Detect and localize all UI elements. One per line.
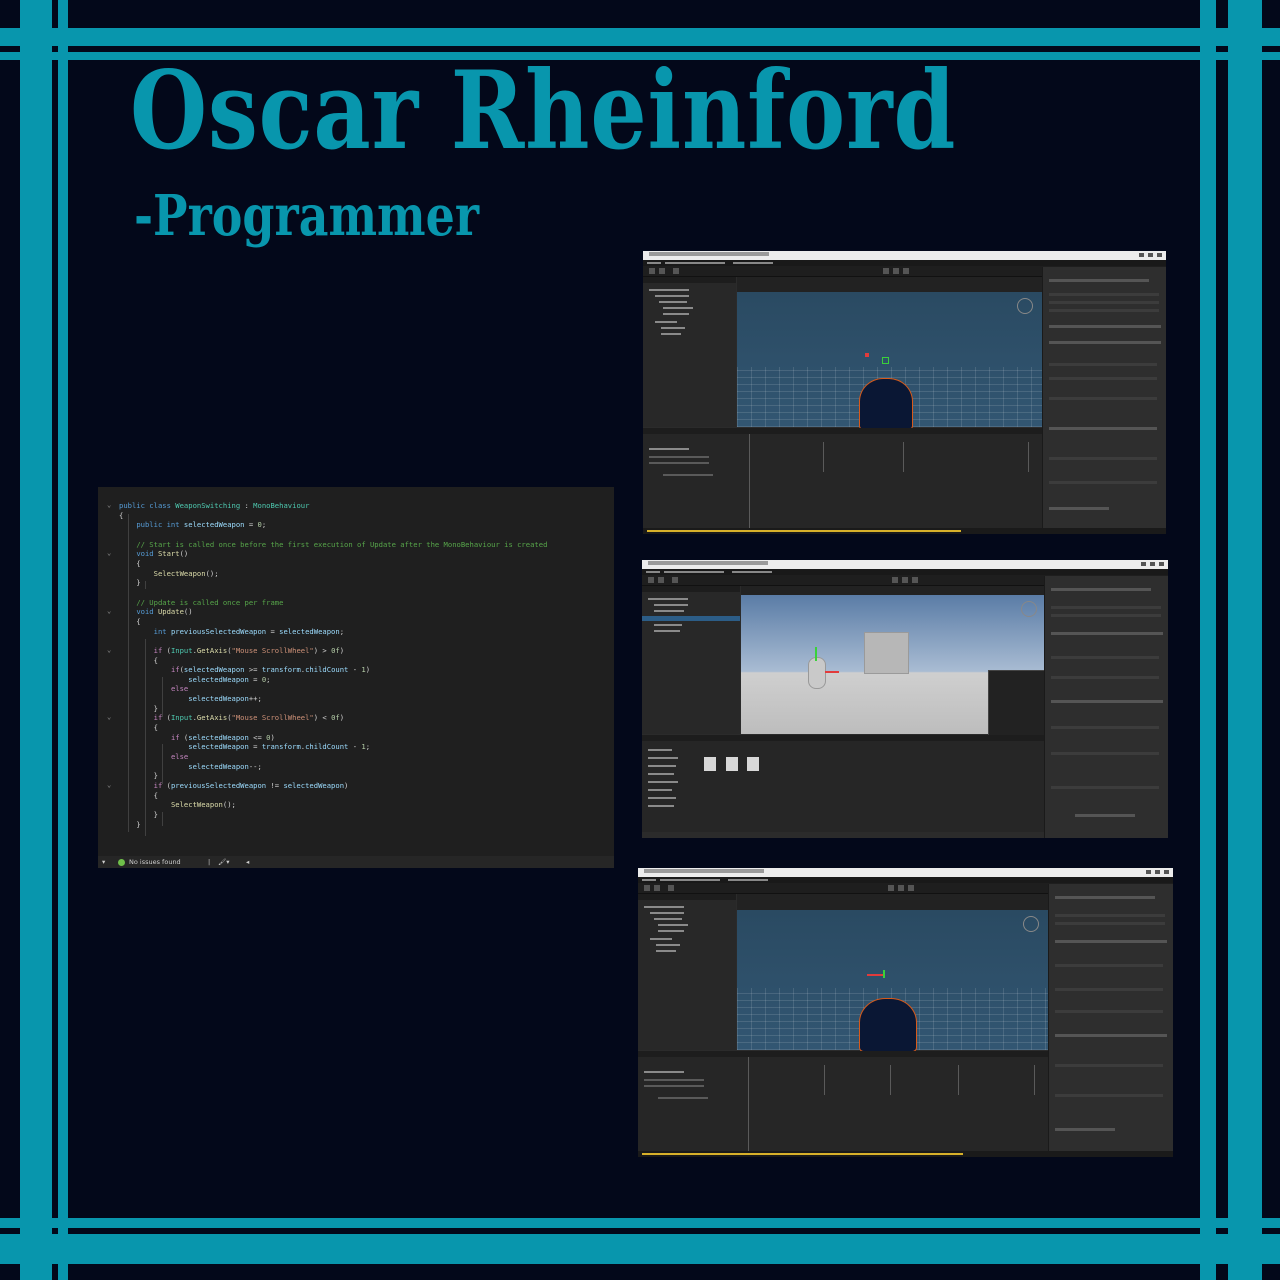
- code-status-bar: ▾ No issues found | 🖌▾ ◂: [98, 856, 614, 868]
- editor-screenshot-3: [638, 868, 1173, 1157]
- frame-bar-bottom-outer: [0, 1234, 1280, 1264]
- frame-bar-top-outer: [0, 28, 1280, 46]
- code-screenshot: ⌄ public class WeaponSwitching : MonoBeha…: [98, 487, 614, 868]
- editor-screenshot-1: [643, 251, 1166, 534]
- frame-bar-right-inner: [1200, 0, 1216, 1280]
- frame-bar-left-inner: [58, 0, 68, 1280]
- frame-bar-left-outer: [20, 0, 52, 1280]
- editor-screenshot-2: [642, 560, 1168, 838]
- portfolio-role: -Programmer: [134, 183, 480, 249]
- frame-bar-bottom-inner: [0, 1218, 1280, 1228]
- frame-bar-right-outer: [1228, 0, 1262, 1280]
- code-status-text: No issues found: [129, 858, 181, 866]
- portfolio-name: Oscar Rheinford: [130, 48, 957, 174]
- brush-icon: 🖌▾: [218, 858, 230, 866]
- check-circle-icon: [118, 858, 125, 866]
- code-lines: ⌄ public class WeaponSwitching : MonoBeha…: [107, 501, 548, 829]
